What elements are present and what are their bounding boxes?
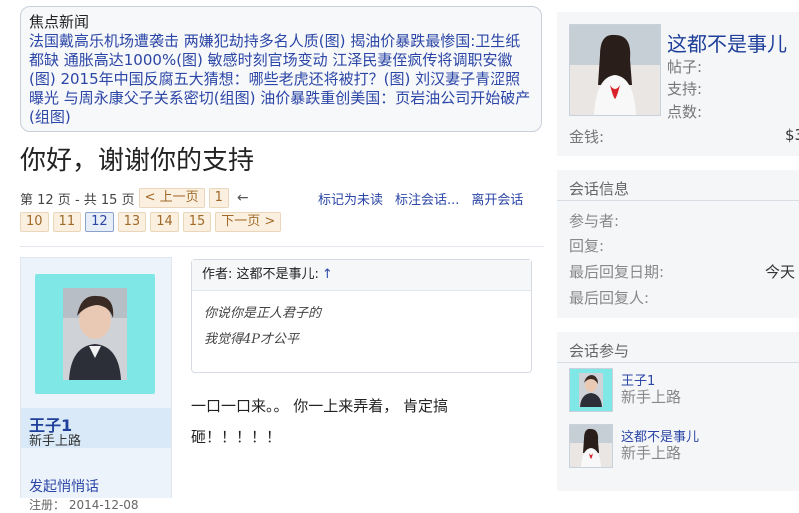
username-strip: 王子1 新手上路 xyxy=(21,408,171,449)
profile-card: 这都不是事儿 帖子: 支持: 点数: 金钱: $3 xyxy=(557,12,799,156)
last-replier-label: 最后回复人: xyxy=(569,289,650,307)
watch-conversation-link[interactable]: 标注会话... xyxy=(395,189,459,208)
quote-author: 作者: 这都不是事儿: xyxy=(202,267,319,282)
quote-line: 你说你是正人君子的 xyxy=(204,306,322,321)
participant-rank: 新手上路 xyxy=(621,388,682,406)
quote-jump-icon[interactable]: ↑ xyxy=(322,267,333,282)
participant-item[interactable]: 这都不是事儿 新手上路 xyxy=(569,424,789,468)
page-10-button[interactable]: 10 xyxy=(20,212,49,232)
money-value: $3 xyxy=(785,126,799,144)
participant-item[interactable]: 王子1 新手上路 xyxy=(569,368,789,412)
participant-avatar[interactable] xyxy=(569,368,613,412)
last-reply-date-value: 今天 xyxy=(765,263,796,281)
posts-label: 帖子: xyxy=(667,58,703,76)
page-info: 第 12 页 - 共 15 页 xyxy=(20,192,135,208)
divider xyxy=(557,362,799,363)
page-12-current[interactable]: 12 xyxy=(85,212,114,232)
quote-line: 我觉得4P才公平 xyxy=(204,332,300,347)
page-13-button[interactable]: 13 xyxy=(117,212,147,232)
page-jump-arrow[interactable]: ← xyxy=(237,190,249,206)
post-body: 一口一口来。。 你一上来弄着， 肯定搞 砸！！！！！ xyxy=(191,391,521,453)
user-panel: 王子1 新手上路 发起悄悄话 注册： 2014-12-08 xyxy=(20,257,172,512)
page-11-button[interactable]: 11 xyxy=(52,212,82,232)
profile-photo-icon xyxy=(570,25,660,115)
avatar[interactable] xyxy=(35,274,155,394)
focus-news-links[interactable]: 法国戴高乐机场遭袭击 两嫌犯劫持多名人质(图) 揭油价暴跌最惨国:卫生纸都缺 通… xyxy=(29,32,533,127)
participants-panel: 会话参与 王子1 新手上路 这都不是事儿 新手上路 xyxy=(557,332,799,491)
conversation-actions: 标记为未读 标注会话... 离开会话 xyxy=(318,189,523,208)
last-reply-date-label: 最后回复日期: xyxy=(569,263,665,281)
prev-page-button[interactable]: < 上一页 xyxy=(138,188,205,208)
leave-conversation-link[interactable]: 离开会话 xyxy=(471,189,523,208)
money-label: 金钱: xyxy=(569,128,605,146)
post-line: 一口一口来。。 你一上来弄着， 肯定搞 xyxy=(191,397,449,415)
participant-photo-icon xyxy=(570,369,612,411)
post-line: 砸！！！！！ xyxy=(191,428,282,446)
session-info-panel: 会话信息 参与者: 回复: 最后回复日期: 今天 最后回复人: xyxy=(557,170,799,318)
participant-avatar[interactable] xyxy=(569,424,613,468)
start-whisper-link[interactable]: 发起悄悄话 xyxy=(29,476,99,496)
participants-label: 参与者: xyxy=(569,212,620,230)
divider xyxy=(557,200,799,201)
message-post: 王子1 新手上路 发起悄悄话 注册： 2014-12-08 作者: 这都不是事儿… xyxy=(20,246,544,512)
user-rank: 新手上路 xyxy=(29,434,82,449)
quote-block: 作者: 这都不是事儿: ↑ 你说你是正人君子的 我觉得4P才公平 xyxy=(191,259,532,373)
points-label: 点数: xyxy=(667,103,703,121)
page-14-button[interactable]: 14 xyxy=(150,212,179,232)
quote-body: 你说你是正人君子的 我觉得4P才公平 xyxy=(192,291,531,363)
support-label: 支持: xyxy=(667,80,703,98)
focus-news-title: 焦点新闻 xyxy=(29,13,90,31)
participants-title: 会话参与 xyxy=(569,342,630,360)
avatar-photo-icon xyxy=(63,288,127,380)
page-1-button[interactable]: 1 xyxy=(208,188,229,208)
profile-avatar[interactable] xyxy=(569,24,661,116)
session-info-title: 会话信息 xyxy=(569,180,630,198)
mark-unread-link[interactable]: 标记为未读 xyxy=(318,189,383,208)
participant-rank: 新手上路 xyxy=(621,444,682,462)
participant-photo-icon xyxy=(570,425,612,467)
page-15-button[interactable]: 15 xyxy=(182,212,212,232)
profile-name-link[interactable]: 这都不是事儿 xyxy=(667,28,787,57)
replies-label: 回复: xyxy=(569,237,605,255)
page-title: 你好，谢谢你的支持 xyxy=(20,146,255,176)
user-meta: 注册： 2014-12-08 xyxy=(29,498,139,512)
quote-header: 作者: 这都不是事儿: ↑ xyxy=(192,260,531,291)
focus-news-box: 焦点新闻 法国戴高乐机场遭袭击 两嫌犯劫持多名人质(图) 揭油价暴跌最惨国:卫生… xyxy=(20,6,542,132)
next-page-button[interactable]: 下一页 > xyxy=(215,212,282,232)
pagination: 第 12 页 - 共 15 页 < 上一页 1 ← 10 11 12 13 14… xyxy=(20,186,282,234)
